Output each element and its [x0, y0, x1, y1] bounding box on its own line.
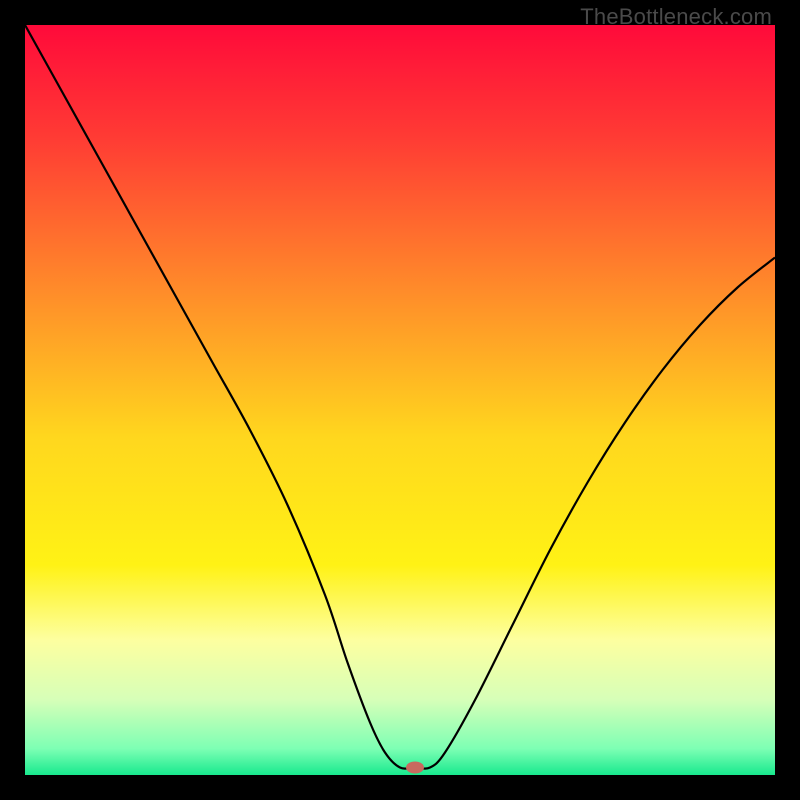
- bottleneck-chart: [25, 25, 775, 775]
- plot-area: [25, 25, 775, 775]
- heatmap-background: [25, 25, 775, 775]
- chart-container: TheBottleneck.com: [0, 0, 800, 800]
- min-marker-icon: [406, 762, 424, 774]
